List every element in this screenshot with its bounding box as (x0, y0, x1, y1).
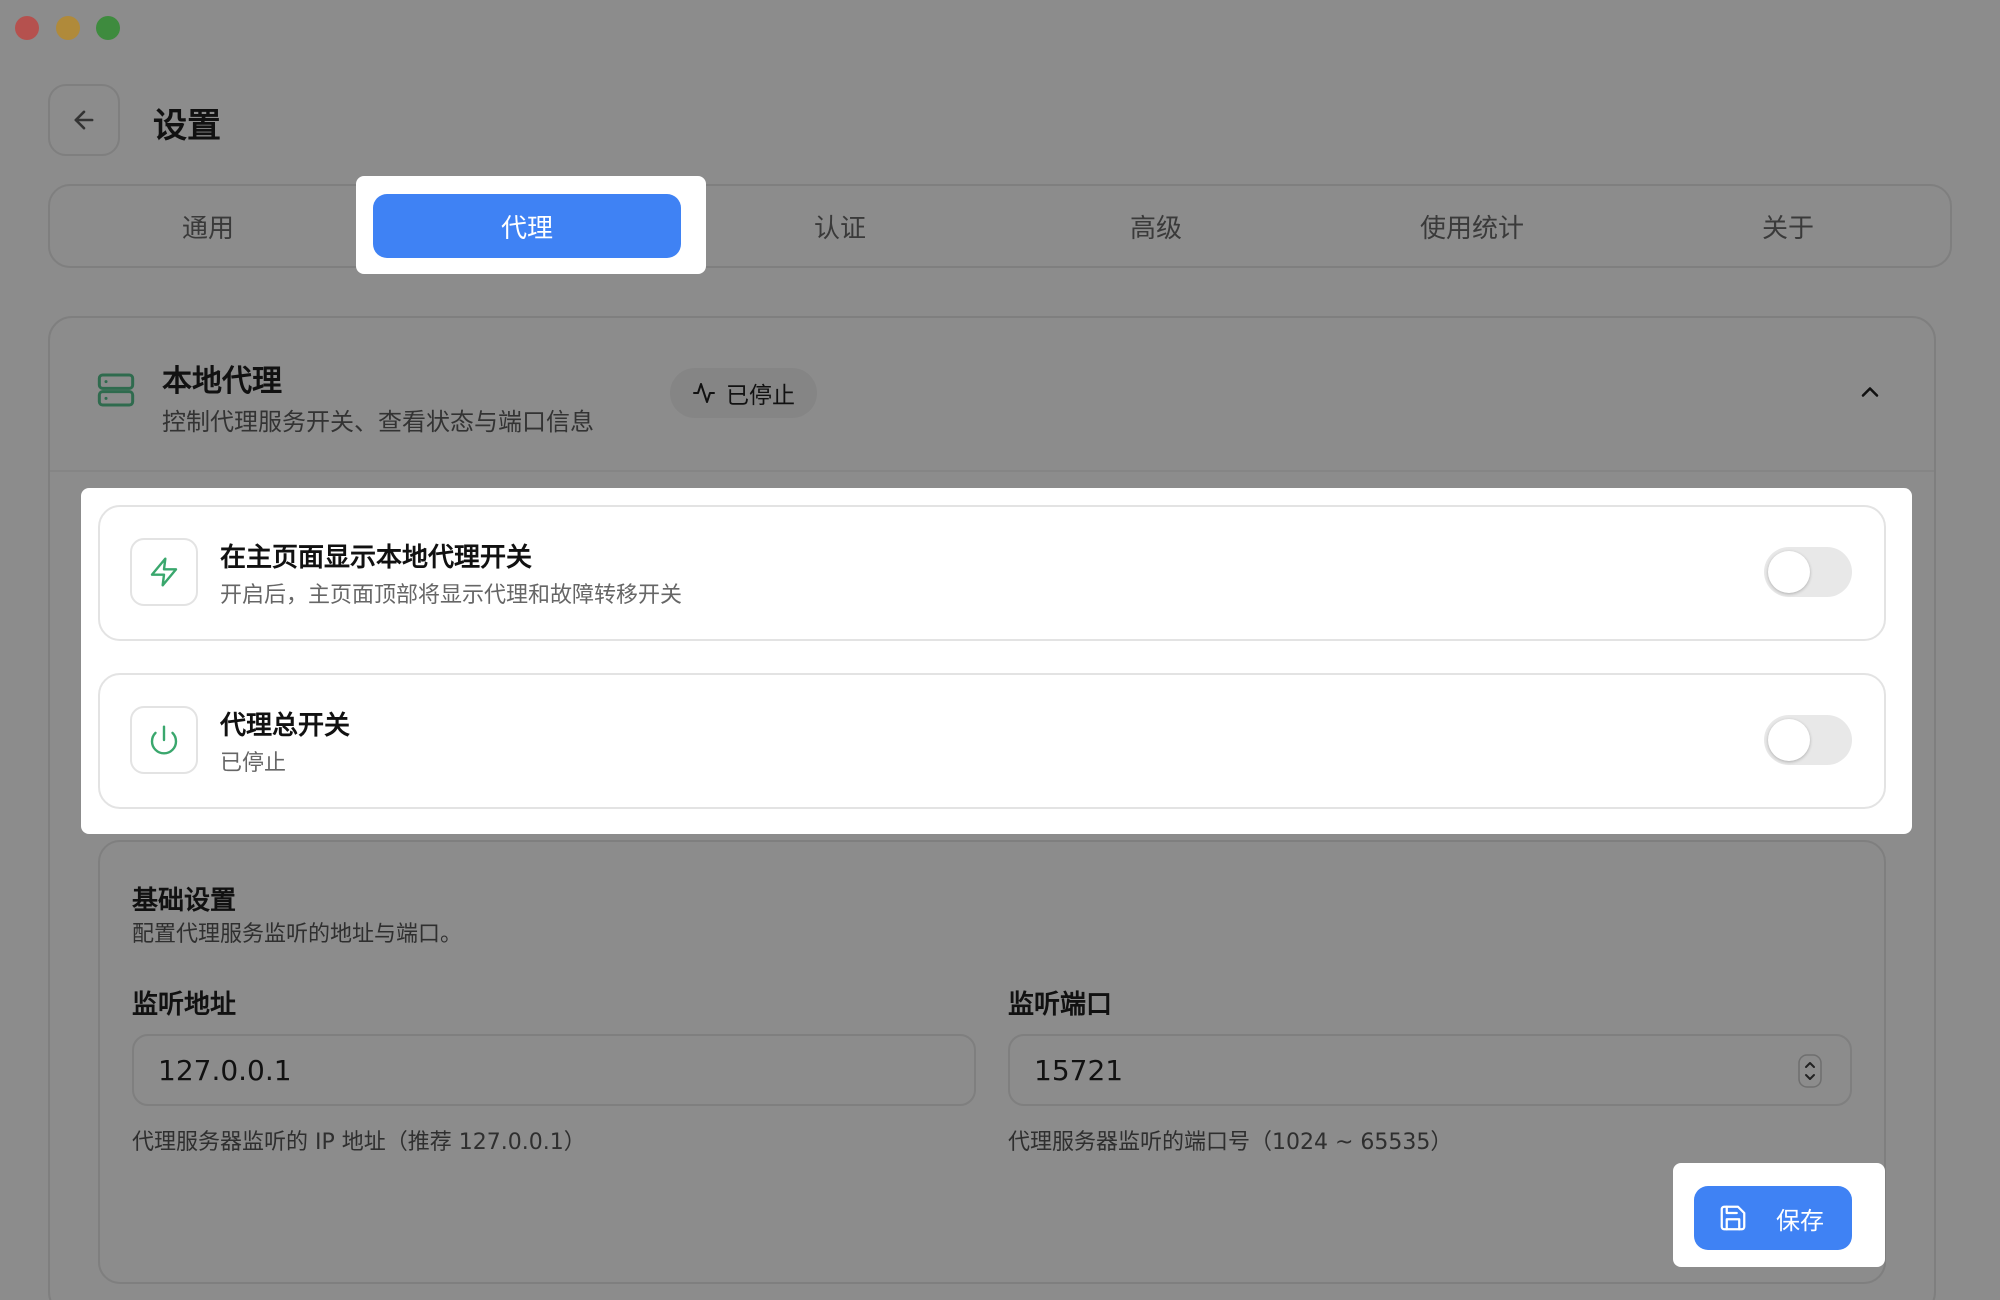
tab-general[interactable]: 通用 (50, 186, 366, 266)
basic-settings-subtitle: 配置代理服务监听的地址与端口。 (132, 922, 463, 947)
proxy-master-switch-toggle[interactable] (1764, 715, 1852, 765)
zap-icon (150, 557, 178, 587)
listen-address-label: 监听地址 (132, 990, 237, 1020)
tab-about[interactable]: 关于 (1630, 186, 1946, 266)
section-subtitle: 控制代理服务开关、查看状态与端口信息 (162, 408, 594, 436)
power-icon (150, 725, 178, 755)
listen-port-label: 监听端口 (1008, 990, 1113, 1020)
status-label: 已停止 (726, 383, 795, 409)
listen-port-help: 代理服务器监听的端口号（1024 ~ 65535） (1008, 1130, 1453, 1155)
toggle-knob (1768, 551, 1810, 593)
tab-proxy[interactable]: 代理 (373, 194, 681, 258)
show-proxy-switch-toggle[interactable] (1764, 547, 1852, 597)
basic-settings-title: 基础设置 (132, 886, 237, 916)
listen-address-help: 代理服务器监听的 IP 地址（推荐 127.0.0.1） (132, 1130, 586, 1155)
page-title: 设置 (153, 106, 221, 146)
zap-icon-box (130, 538, 198, 606)
card-divider (50, 470, 1934, 472)
listen-port-input[interactable] (1008, 1034, 1852, 1106)
section-title: 本地代理 (162, 364, 282, 399)
toggle-knob (1768, 719, 1810, 761)
save-label: 保存 (1776, 1206, 1824, 1235)
arrow-left-icon (74, 110, 94, 130)
save-button[interactable]: 保存 (1694, 1186, 1852, 1250)
window-minimize-button[interactable] (56, 16, 80, 40)
server-icon (96, 370, 136, 414)
window-zoom-button[interactable] (96, 16, 120, 40)
chevron-up-icon (1861, 387, 1879, 397)
save-icon (1720, 1205, 1746, 1231)
power-icon-box (130, 706, 198, 774)
status-badge: 已停止 (670, 368, 817, 418)
listen-address-input[interactable] (132, 1034, 976, 1106)
tab-bar: 通用 认证 高级 使用统计 关于 (48, 184, 1952, 268)
tab-auth[interactable]: 认证 (682, 186, 998, 266)
show-proxy-switch-subtitle: 开启后，主页面顶部将显示代理和故障转移开关 (220, 583, 683, 608)
show-proxy-switch-title: 在主页面显示本地代理开关 (220, 543, 533, 573)
proxy-master-switch-row (98, 673, 1886, 809)
stepper-arrows-icon (1798, 1054, 1822, 1088)
back-button[interactable] (48, 84, 120, 156)
proxy-master-switch-title: 代理总开关 (220, 711, 351, 741)
activity-icon (693, 383, 715, 403)
tab-advanced[interactable]: 高级 (998, 186, 1314, 266)
port-stepper[interactable] (1798, 1054, 1822, 1092)
tab-usage-stats[interactable]: 使用统计 (1314, 186, 1630, 266)
collapse-button[interactable] (1856, 378, 1884, 410)
proxy-master-switch-subtitle: 已停止 (220, 751, 287, 776)
window-close-button[interactable] (15, 16, 39, 40)
